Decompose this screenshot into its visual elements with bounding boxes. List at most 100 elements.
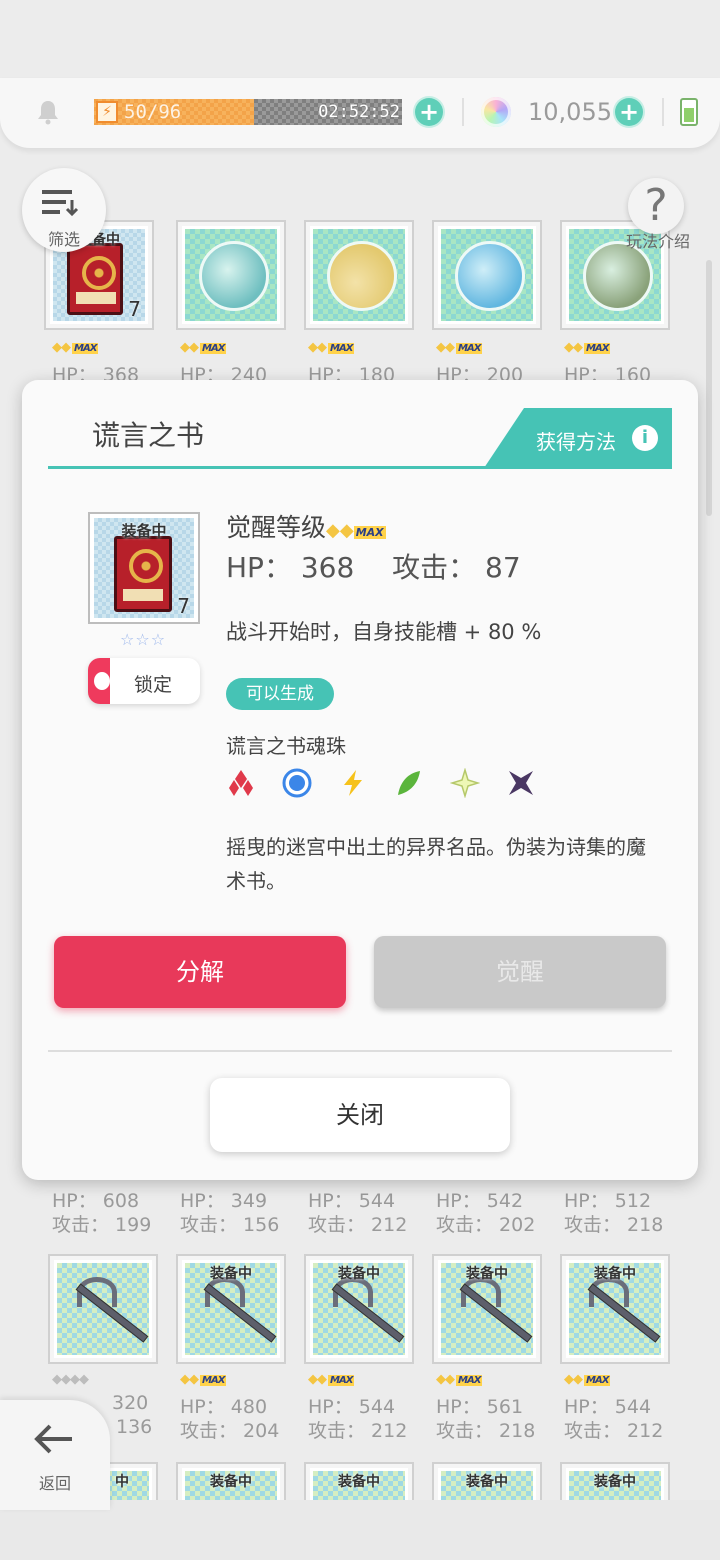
card-atk: 攻击： 204 (180, 1420, 280, 1442)
dialog-title: 谎言之书 (92, 419, 205, 452)
card-atk: 攻击： 199 (52, 1214, 152, 1236)
item-card[interactable] (432, 220, 542, 330)
scrollbar[interactable] (706, 260, 712, 516)
divider (48, 1050, 672, 1052)
awaken-stars: ◆◆ MAX (564, 340, 611, 355)
flavor-text: 摇曳的迷宫中出土的异界名品。伪装为诗集的魔术书。 (226, 835, 646, 893)
weapon-card[interactable]: 装备中 (304, 1254, 414, 1364)
awaken-stars: ◆◆◆◆ (52, 1372, 89, 1387)
battery-icon (680, 98, 698, 126)
weapon-card[interactable]: 装备中 (432, 1254, 542, 1364)
help-label: 玩法介绍 (625, 232, 690, 251)
can-generate-badge: 可以生成 (226, 678, 334, 710)
awaken-stars: ◆◆ MAX (180, 1372, 227, 1387)
attack-label: 攻击： (392, 551, 477, 584)
card-atk: 攻击： 212 (564, 1420, 664, 1442)
equipped-tag: 装备中 (594, 1474, 636, 1490)
hp-value: 368 (300, 551, 355, 584)
card-atk: 攻击： 218 (564, 1214, 664, 1236)
stamina-timer: 02:52:52 (318, 102, 400, 122)
dismantle-button[interactable]: 分解 (54, 936, 346, 1008)
equipped-tag: 装备中 (210, 1266, 252, 1282)
awaken-button[interactable]: 觉醒 (374, 936, 666, 1008)
question-icon: ? (644, 180, 668, 231)
item-card[interactable] (304, 220, 414, 330)
item-card[interactable] (176, 220, 286, 330)
weapon-card[interactable]: 装备中 (176, 1254, 286, 1364)
add-stamina-button[interactable]: + (415, 98, 443, 126)
top-status-bar: ⚡ 50/96 02:52:52 + 10,055 + (0, 78, 720, 148)
card-hp: HP： 542 (436, 1190, 524, 1212)
help-button[interactable]: ? (628, 178, 684, 234)
toggle-knob (94, 672, 110, 690)
item-count: 7 (177, 594, 190, 618)
lock-toggle[interactable]: 锁定 (88, 658, 200, 704)
awaken-label: 觉醒等级 (226, 513, 327, 542)
soul-orb-title: 谎言之书魂珠 (226, 734, 346, 758)
stat-row: HP： 368 攻击： 87 (226, 546, 521, 586)
filter-button[interactable]: 筛选 (22, 168, 106, 252)
gem-count: 10,055 (528, 98, 612, 126)
card-hp: HP： 544 (308, 1396, 396, 1418)
title-underline (48, 466, 672, 469)
attack-value: 87 (485, 551, 521, 584)
item-detail-dialog: 谎言之书 获得方法 i 装备中 7 ☆☆☆ 锁定 觉醒等级◆◆ MAX HP： 3… (22, 380, 698, 1180)
equipped-tag: 装备中 (338, 1474, 380, 1490)
filter-label: 筛选 (47, 230, 80, 249)
awaken-stars: ◆◆ MAX (564, 1372, 611, 1387)
card-hp: HP： 608 (52, 1190, 140, 1212)
skill-description: 战斗开始时，自身技能槽 + 80 % (226, 620, 542, 644)
card-hp: HP： 544 (308, 1190, 396, 1212)
red-diamond-icon (229, 770, 253, 796)
green-leaf-icon (398, 771, 420, 795)
awaken-stars: ◆◆ MAX (436, 1372, 483, 1387)
card-hp: HP： 561 (436, 1396, 524, 1418)
add-gem-button[interactable]: + (615, 98, 643, 126)
weapon-card[interactable] (48, 1254, 158, 1364)
divider (462, 98, 464, 126)
equipped-tag: 装备中 (210, 1474, 252, 1490)
back-button[interactable]: 返回 (0, 1400, 110, 1510)
lock-label: 锁定 (134, 674, 173, 696)
awaken-stars: ◆◆ MAX (436, 340, 483, 355)
rarity-stars: ☆☆☆ (120, 630, 167, 649)
card-atk: 136 (116, 1416, 153, 1438)
hp-label: HP： (226, 551, 292, 584)
blue-circle-icon (282, 768, 312, 798)
yellow-bolt-icon (344, 770, 362, 796)
stamina-count: 50/96 (124, 101, 182, 123)
equipped-tag: 装备中 (121, 522, 167, 540)
weapon-card[interactable]: 装备中 (560, 1254, 670, 1364)
stamina-bar: ⚡ 50/96 02:52:52 (94, 99, 402, 125)
back-arrow-icon (34, 1424, 72, 1454)
gem-icon (481, 97, 511, 127)
card-atk: 攻击： 212 (308, 1214, 408, 1236)
purple-star-icon (509, 771, 533, 795)
divider (662, 98, 664, 126)
light-star-icon (450, 768, 480, 798)
max-badge: MAX (353, 526, 386, 539)
filter-icon (42, 190, 79, 217)
equipped-tag: 装备中 (338, 1266, 380, 1282)
book-icon (114, 536, 172, 612)
awaken-level-row: 觉醒等级◆◆ MAX (226, 508, 386, 544)
awaken-stars: ◆◆ MAX (180, 340, 227, 355)
info-icon: i (632, 425, 658, 451)
awaken-stars: ◆◆ MAX (308, 340, 355, 355)
back-label: 返回 (38, 1474, 71, 1493)
equipped-tag: 装备中 (466, 1474, 508, 1490)
card-hp: HP： 512 (564, 1190, 652, 1212)
card-atk: 攻击： 156 (180, 1214, 280, 1236)
obtain-method-button[interactable]: 获得方法 i (484, 408, 672, 468)
item-count: 7 (128, 297, 141, 321)
card-hp: 320 (112, 1392, 149, 1414)
bell-icon[interactable] (34, 98, 62, 126)
card-atk: 攻击： 202 (436, 1214, 536, 1236)
equipped-tag: 装备中 (466, 1266, 508, 1282)
obtain-method-label: 获得方法 (536, 430, 616, 454)
card-hp: HP： 349 (180, 1190, 268, 1212)
close-button[interactable]: 关闭 (210, 1078, 510, 1152)
bolt-icon: ⚡ (96, 101, 118, 123)
equipped-tag: 装备中 (594, 1266, 636, 1282)
awaken-stars: ◆◆ MAX (52, 340, 99, 355)
